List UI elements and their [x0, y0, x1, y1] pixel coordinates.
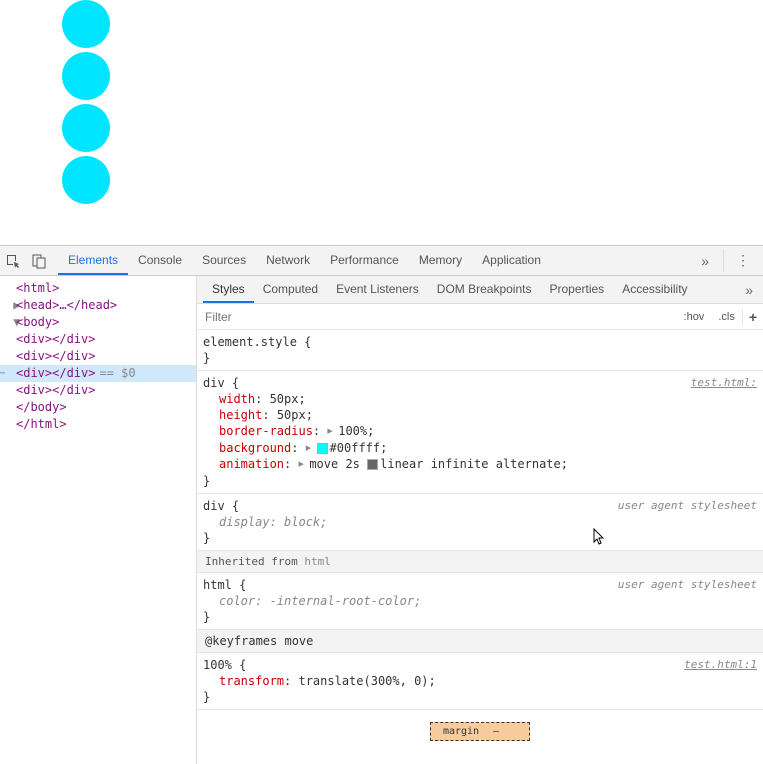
subtab-styles[interactable]: Styles	[203, 276, 254, 303]
rendered-page-preview	[0, 0, 763, 245]
css-rule-html-ua[interactable]: user agent stylesheet html { color: -int…	[197, 573, 763, 630]
dom-node: </body>	[0, 399, 196, 416]
dom-node: <div></div>	[0, 348, 196, 365]
new-style-rule-button[interactable]: +	[742, 309, 763, 325]
tab-elements[interactable]: Elements	[58, 246, 128, 275]
tab-performance[interactable]: Performance	[320, 246, 409, 275]
inspect-element-icon[interactable]	[0, 248, 26, 274]
device-toolbar-icon[interactable]	[26, 248, 52, 274]
dom-node: ▶<head>…</head>	[0, 297, 196, 314]
preview-circle	[62, 156, 110, 204]
toggle-class-button[interactable]: .cls	[711, 311, 742, 323]
keyframes-section-header[interactable]: @keyframes move	[197, 630, 763, 653]
source-label: user agent stylesheet	[618, 577, 757, 593]
styles-filter-input[interactable]	[197, 306, 677, 328]
settings-menu-icon[interactable]: ⋮	[723, 249, 763, 272]
styles-filter-row: :hov .cls +	[197, 304, 763, 330]
devtools-main-tabs: Elements Console Sources Network Perform…	[58, 246, 691, 275]
source-link[interactable]: test.html:1	[684, 657, 757, 673]
source-label: user agent stylesheet	[618, 498, 757, 514]
subtab-dom-breakpoints[interactable]: DOM Breakpoints	[428, 276, 541, 303]
tab-console[interactable]: Console	[128, 246, 192, 275]
preview-circle	[62, 52, 110, 100]
subtab-accessibility[interactable]: Accessibility	[613, 276, 696, 303]
easing-swatch-icon[interactable]	[367, 459, 378, 470]
dom-node: <html>	[0, 280, 196, 297]
tab-network[interactable]: Network	[256, 246, 320, 275]
css-rules-list: element.style { } test.html: div { width…	[197, 330, 763, 764]
styles-panel: Styles Computed Event Listeners DOM Brea…	[197, 276, 763, 764]
subtab-computed[interactable]: Computed	[254, 276, 327, 303]
preview-circle	[62, 0, 110, 48]
dom-node: </html>	[0, 416, 196, 433]
devtools-body: <html> ▶<head>…</head> ▼<body> <div></di…	[0, 276, 763, 764]
inherited-from-label: Inherited from html	[197, 551, 763, 573]
devtools-panel: Elements Console Sources Network Perform…	[0, 245, 763, 764]
css-rule-div[interactable]: test.html: div { width: 50px; height: 50…	[197, 371, 763, 494]
more-subtabs-icon[interactable]: »	[735, 282, 763, 298]
inherited-element-link[interactable]: html	[304, 555, 331, 568]
dom-node: <div></div>	[0, 331, 196, 348]
tab-application[interactable]: Application	[472, 246, 551, 275]
toggle-hover-button[interactable]: :hov	[677, 311, 712, 323]
tab-sources[interactable]: Sources	[192, 246, 256, 275]
styles-subtabs: Styles Computed Event Listeners DOM Brea…	[197, 276, 763, 304]
devtools-topbar: Elements Console Sources Network Perform…	[0, 246, 763, 276]
dom-node-selected: <div></div>== $0	[0, 365, 196, 382]
more-tabs-icon[interactable]: »	[691, 253, 719, 269]
color-swatch-icon[interactable]	[317, 443, 328, 454]
dom-node: ▼<body>	[0, 314, 196, 331]
tab-memory[interactable]: Memory	[409, 246, 472, 275]
preview-circle	[62, 104, 110, 152]
dom-tree-panel[interactable]: <html> ▶<head>…</head> ▼<body> <div></di…	[0, 276, 197, 764]
subtab-event-listeners[interactable]: Event Listeners	[327, 276, 428, 303]
box-model-diagram[interactable]: margin –	[197, 710, 763, 741]
subtab-properties[interactable]: Properties	[540, 276, 613, 303]
dom-node: <div></div>	[0, 382, 196, 399]
source-link[interactable]: test.html:	[691, 375, 757, 391]
css-rule-element-style[interactable]: element.style { }	[197, 330, 763, 371]
css-rule-keyframe[interactable]: test.html:1 100% { transform: translate(…	[197, 653, 763, 710]
css-rule-div-ua[interactable]: user agent stylesheet div { display: blo…	[197, 494, 763, 551]
